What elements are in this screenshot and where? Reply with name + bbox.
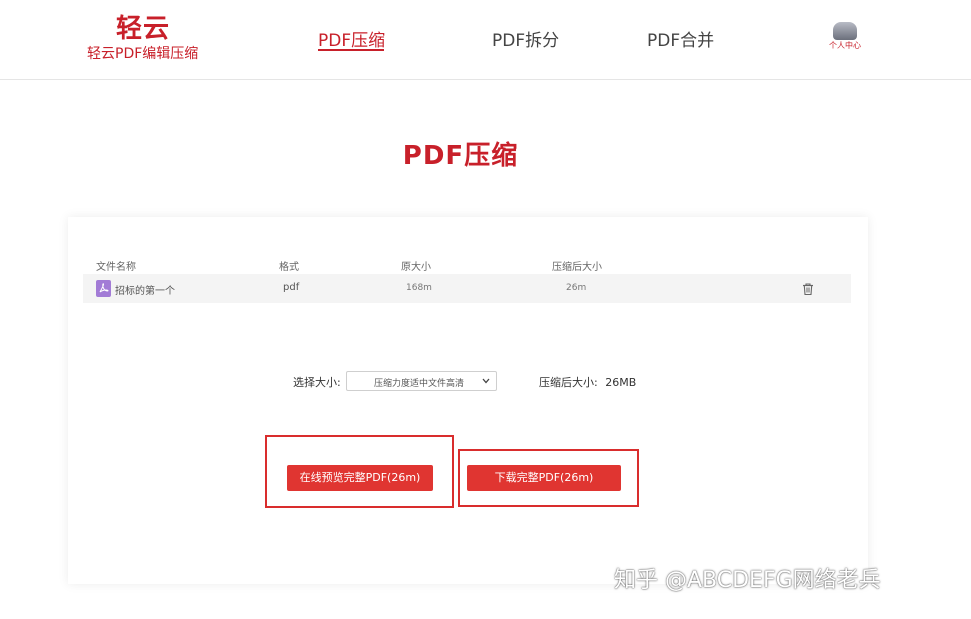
preview-full-pdf-button[interactable]: 在线预览完整PDF(26m) [287, 465, 433, 491]
chevron-down-icon [482, 378, 490, 384]
col-header-compressed-size: 压缩后大小 [552, 262, 602, 273]
compression-size-select[interactable]: 压缩力度适中文件高清 [346, 371, 497, 391]
nav-pdf-compress[interactable]: PDF压缩 [318, 26, 385, 51]
col-header-format: 格式 [279, 262, 299, 273]
table-row: 招标的第一个 pdf 168m 26m [83, 274, 851, 303]
file-compressed-size: 26m [566, 283, 587, 293]
logo-subtitle[interactable]: 轻云PDF编辑压缩 [87, 43, 198, 63]
top-header: 轻云 轻云PDF编辑压缩 PDF压缩 PDF拆分 PDF合并 个人中心 [0, 0, 971, 80]
nav-pdf-split[interactable]: PDF拆分 [492, 26, 559, 51]
nav-active-underline [318, 49, 384, 51]
nav-pdf-merge[interactable]: PDF合并 [647, 26, 714, 51]
pdf-file-icon [96, 280, 111, 297]
user-center-button[interactable]: 个人中心 [829, 22, 863, 52]
avatar [833, 22, 857, 40]
user-center-label: 个人中心 [829, 41, 861, 50]
trash-icon[interactable] [801, 281, 815, 296]
logo-text[interactable]: 轻云 [116, 8, 170, 45]
file-name: 招标的第一个 [115, 286, 175, 297]
col-header-filename: 文件名称 [96, 262, 136, 273]
file-format: pdf [283, 282, 300, 293]
watermark-text: 知乎 @ABCDEFG网络老兵 [614, 568, 881, 593]
col-header-original-size: 原大小 [401, 262, 431, 273]
compressed-size-label: 压缩后大小: [539, 376, 598, 389]
compressed-size-info: 压缩后大小: 26MB [539, 374, 636, 390]
file-original-size: 168m [406, 283, 432, 293]
size-select-label: 选择大小: [293, 376, 341, 389]
page-title: PDF压缩 [402, 141, 519, 171]
size-select-value: 压缩力度适中文件高清 [374, 379, 465, 389]
download-full-pdf-button[interactable]: 下载完整PDF(26m) [467, 465, 621, 491]
compress-panel: 文件名称 格式 原大小 压缩后大小 招标的第一个 pdf 168m 26m 选择… [68, 217, 868, 584]
compressed-size-value: 26MB [605, 376, 637, 389]
